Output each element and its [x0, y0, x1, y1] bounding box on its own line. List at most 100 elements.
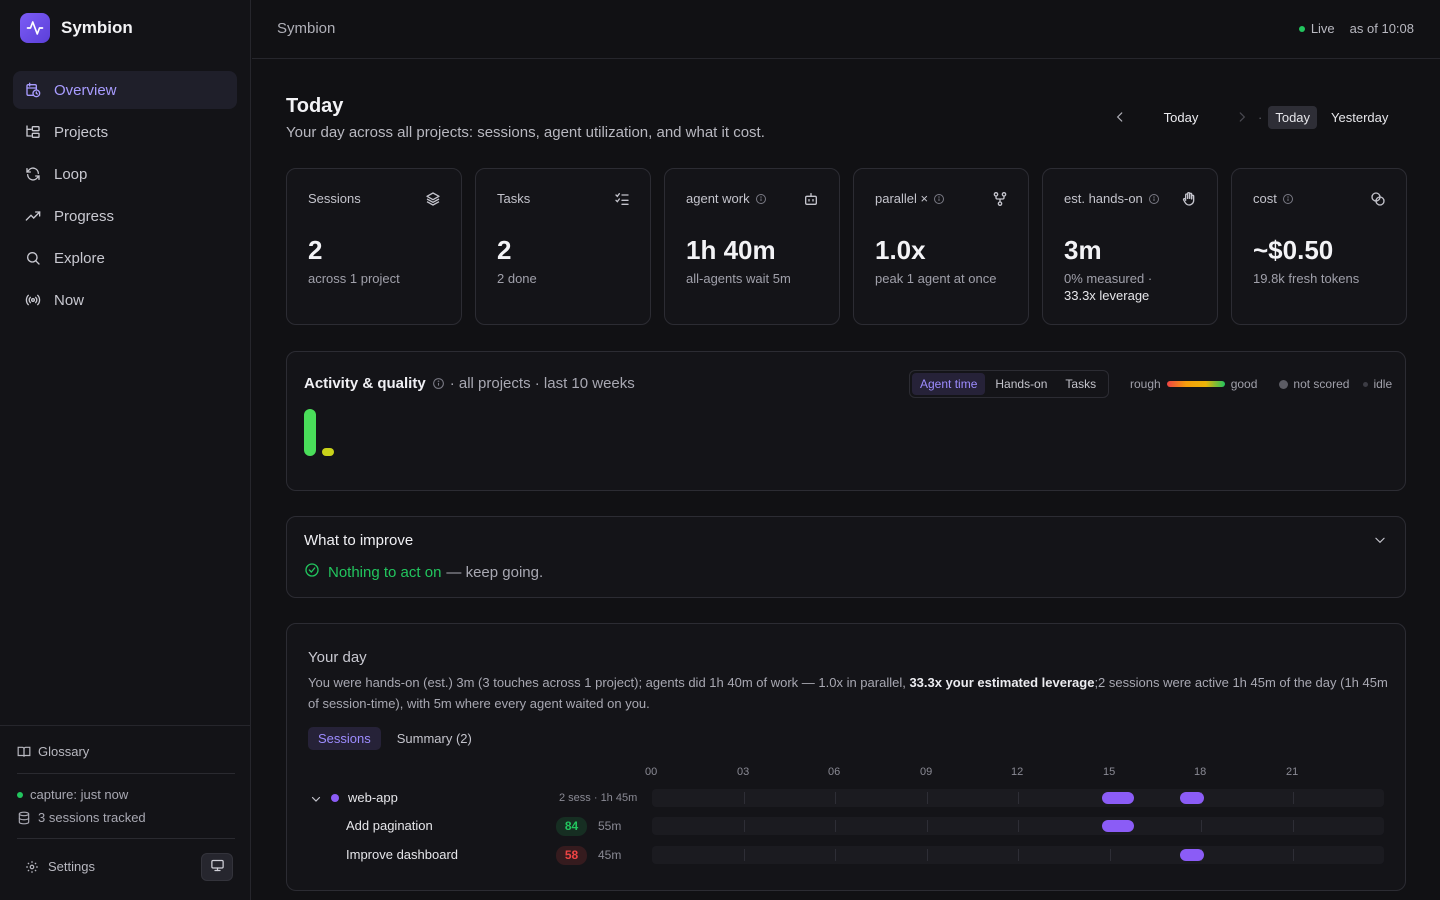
gear-icon [25, 860, 39, 874]
glossary-link[interactable]: Glossary [17, 744, 89, 759]
stat-card-hands-on[interactable]: est. hands-on 3m 0% measured · 33.3x leve… [1042, 168, 1218, 325]
session-name: Improve dashboard [346, 847, 459, 862]
divider [17, 773, 235, 774]
info-icon[interactable] [432, 377, 445, 390]
info-icon[interactable] [1148, 193, 1160, 205]
info-icon[interactable] [755, 193, 767, 205]
project-row[interactable]: web-app 2 sess · 1h 45m [287, 787, 1407, 809]
sidebar-item-label: Loop [54, 165, 88, 183]
live-dot-icon [1298, 25, 1305, 32]
project-session-block[interactable] [1179, 792, 1205, 804]
timeline-track [652, 817, 1384, 835]
sidebar-item-projects[interactable]: Projects [13, 113, 237, 151]
next-day-button[interactable] [1232, 110, 1252, 124]
activity-mode-toggle: Agent time Hands-on Tasks [909, 370, 1110, 398]
glossary-label: Glossary [38, 744, 90, 759]
activity-bar[interactable] [322, 448, 334, 456]
calendar-clock-icon [25, 82, 41, 98]
git-fork-icon [992, 191, 1008, 207]
prev-day-button[interactable] [1110, 110, 1130, 124]
hour-tick-label: 12 [1011, 766, 1024, 778]
project-session-block[interactable] [1101, 792, 1134, 804]
timeline-track [652, 846, 1384, 864]
improve-title: What to improve [304, 532, 414, 549]
range-today-button[interactable]: Today [1268, 105, 1318, 129]
legend-good: good [1230, 377, 1258, 391]
info-icon[interactable] [933, 193, 945, 205]
sidebar-item-label: Explore [54, 249, 105, 267]
stat-card-agent-work[interactable]: agent work 1h 40m all-agents wait 5m [664, 168, 840, 325]
project-name: web-app [348, 790, 398, 805]
list-checks-icon [614, 191, 630, 207]
sidebar-item-explore[interactable]: Explore [13, 239, 237, 277]
sidebar-item-label: Progress [54, 207, 115, 225]
hour-gridline [744, 849, 745, 861]
stat-card-sessions[interactable]: Sessions 2 across 1 project [286, 168, 462, 325]
sidebar-item-overview[interactable]: Overview [13, 71, 237, 109]
improve-panel: What to improve Nothing to act on — keep… [286, 516, 1406, 598]
tracked-label: 3 sessions tracked [38, 810, 146, 825]
activity-scope: · all projects · last 10 weeks [449, 375, 635, 392]
improve-ok-text: Nothing to act on [328, 563, 442, 581]
current-date: Today [1163, 109, 1199, 125]
capture-status: capture: just now [17, 787, 128, 802]
tab-summary[interactable]: Summary (2) [387, 727, 482, 750]
stat-value: 3m [1064, 235, 1102, 265]
stat-card-cost[interactable]: cost ~$0.50 19.8k fresh tokens [1231, 168, 1407, 325]
hour-tick-label: 18 [1194, 766, 1207, 778]
sidebar-item-label: Overview [54, 81, 117, 99]
stat-card-tasks[interactable]: Tasks 2 2 done [475, 168, 651, 325]
quality-score-badge: 58 [556, 846, 587, 865]
range-yesterday-button[interactable]: Yesterday [1324, 106, 1395, 129]
brand[interactable]: Symbion [20, 13, 133, 43]
session-duration: 45m [598, 848, 622, 862]
hand-icon [1181, 191, 1197, 207]
activity-quality-panel: Activity & quality · all projects · last… [286, 351, 1406, 491]
session-row[interactable]: Improve dashboard 58 45m [287, 844, 1407, 866]
stat-note-text: 0% measured · [1064, 271, 1153, 286]
stat-label-text: cost [1253, 191, 1277, 206]
hour-gridline [835, 849, 836, 861]
divider [17, 838, 235, 839]
page-subtitle: Your day across all projects: sessions, … [286, 124, 765, 141]
summary-leverage: 33.3x your estimated leverage [909, 675, 1095, 690]
quality-score-badge: 84 [556, 817, 587, 836]
stat-label-text: parallel × [875, 191, 929, 206]
activity-bar[interactable] [304, 409, 316, 456]
sidebar-item-loop[interactable]: Loop [13, 155, 237, 193]
hour-gridline [1018, 792, 1019, 804]
stat-note: 2 done [497, 271, 537, 286]
settings-link[interactable]: Settings [25, 859, 95, 874]
trend-up-icon [25, 208, 41, 224]
project-meta: 2 sess · 1h 45m [559, 792, 638, 804]
stat-note: 0% measured · 33.3x leverage [1064, 270, 1204, 304]
stat-label: cost [1253, 191, 1294, 206]
sidebar-item-progress[interactable]: Progress [13, 197, 237, 235]
display-mode-button[interactable] [201, 853, 233, 881]
tab-sessions[interactable]: Sessions [308, 727, 381, 750]
sidebar-item-now[interactable]: Now [13, 281, 237, 319]
stat-label: parallel × [875, 191, 945, 206]
session-block[interactable] [1179, 849, 1205, 861]
mode-tasks[interactable]: Tasks [1057, 373, 1104, 395]
session-name: Add pagination [346, 818, 433, 833]
collapse-toggle[interactable] [1373, 533, 1387, 547]
mode-agent-time[interactable]: Agent time [912, 373, 986, 395]
breadcrumb: Symbion [277, 20, 336, 37]
mode-hands-on[interactable]: Hands-on [987, 373, 1055, 395]
session-row[interactable]: Add pagination 84 55m [287, 815, 1407, 837]
refresh-icon [25, 166, 41, 182]
hour-tick-label: 06 [828, 766, 841, 778]
session-block[interactable] [1101, 820, 1134, 832]
stat-label: Tasks [497, 191, 530, 206]
database-icon [17, 811, 31, 825]
stat-card-parallel[interactable]: parallel × 1.0x peak 1 agent at once [853, 168, 1029, 325]
hour-gridline [1201, 820, 1202, 832]
hour-tick-label: 00 [645, 766, 658, 778]
hour-gridline [835, 792, 836, 804]
your-day-title: Your day [308, 649, 367, 666]
info-icon[interactable] [1282, 193, 1294, 205]
stat-cards: Sessions 2 across 1 project Tasks 2 2 do… [286, 168, 1407, 325]
chevron-down-icon [1375, 537, 1385, 544]
chevron-down-icon[interactable] [310, 793, 322, 805]
